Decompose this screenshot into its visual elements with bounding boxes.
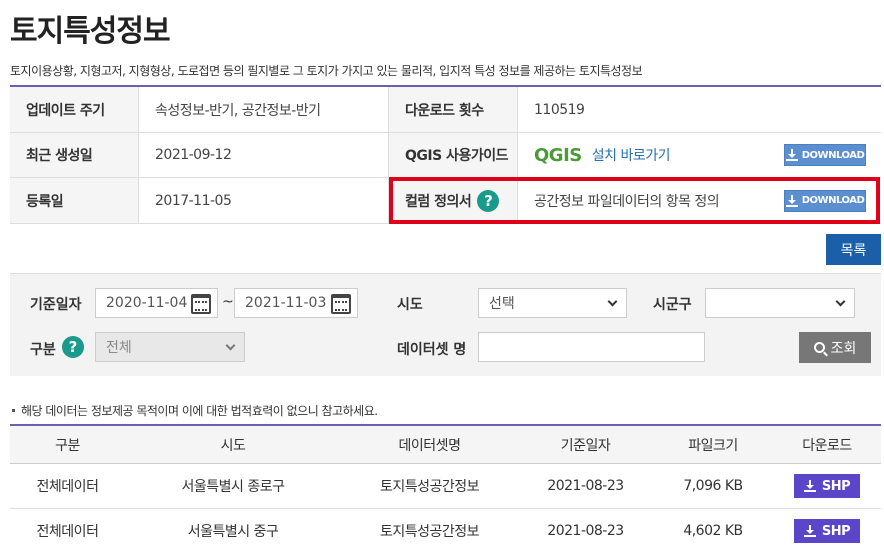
- download-icon: [785, 149, 798, 161]
- date-label: 기준일자: [30, 297, 82, 313]
- page-title: 토지특성정보: [10, 14, 171, 49]
- update-cycle-value: 속성정보-반기, 공간정보-반기: [139, 87, 389, 132]
- header-sido: 시도: [220, 437, 246, 454]
- search-panel: 기준일자 2020-11-04 ~ 2021-11-03 시도 선택 시군구 구…: [10, 273, 881, 376]
- info-row-created: 최근 생성일 2021-09-12 QGIS 사용가이드 QGIS 설치 바로가…: [10, 133, 881, 178]
- shp-download-button[interactable]: SHP: [794, 474, 860, 498]
- date-range-separator: ~: [222, 294, 234, 310]
- sido-select[interactable]: 선택: [478, 288, 627, 318]
- registered-label: 등록일: [10, 178, 139, 223]
- shp-download-button[interactable]: SHP: [794, 519, 860, 543]
- shp-label: SHP: [821, 523, 851, 539]
- calendar-icon[interactable]: [331, 294, 351, 314]
- search-button[interactable]: 조회: [799, 332, 871, 363]
- header-type: 구분: [55, 437, 80, 454]
- download-button-label: DOWNLOAD: [801, 149, 865, 161]
- type-label: 구분: [30, 342, 56, 358]
- date-from-value: 2020-11-04: [106, 295, 188, 311]
- type-value: 전체: [106, 340, 132, 356]
- update-cycle-label: 업데이트 주기: [10, 87, 139, 132]
- dataset-input[interactable]: [478, 332, 705, 362]
- last-created-value: 2021-09-12: [139, 133, 389, 177]
- download-count-value: 110519: [534, 101, 585, 118]
- sido-value: 선택: [489, 296, 515, 312]
- qgis-guide-label: QGIS 사용가이드: [389, 133, 518, 177]
- header-download: 다운로드: [802, 437, 852, 454]
- shp-label: SHP: [821, 478, 851, 494]
- cell-size: 7,096 KB: [683, 478, 743, 494]
- list-button[interactable]: 목록: [826, 234, 881, 265]
- qgis-install-link[interactable]: 설치 바로가기: [592, 145, 671, 165]
- cell-dataset: 토지특성공간정보: [379, 479, 480, 495]
- table-header: 구분 시도 데이터셋명 기준일자 파일크기 다운로드: [10, 426, 881, 464]
- type-select[interactable]: 전체: [95, 332, 245, 362]
- cell-sido: 서울특별시 종로구: [181, 479, 286, 495]
- notice-message: 해당 데이터는 정보제공 목적이며 이에 대한 법적효력이 없으니 참고하세요.: [21, 404, 378, 418]
- qgis-logo: QGIS: [534, 144, 582, 166]
- sigungu-select[interactable]: [705, 288, 855, 318]
- header-dataset: 데이터셋명: [398, 437, 461, 454]
- chevron-down-icon: [607, 296, 618, 307]
- help-icon[interactable]: ?: [62, 336, 84, 358]
- cell-download: SHP: [773, 509, 881, 550]
- header-date: 기준일자: [560, 437, 611, 454]
- table-row: 전체데이터 서울특별시 중구 토지특성공간정보 2021-08-23 4,602…: [10, 509, 881, 550]
- calendar-icon[interactable]: [191, 294, 211, 314]
- date-to-value: 2021-11-03: [245, 295, 327, 311]
- cell-type: 전체데이터: [36, 524, 99, 540]
- cell-size: 4,602 KB: [683, 523, 743, 539]
- cell-download: SHP: [773, 464, 881, 508]
- highlight-box: [389, 177, 880, 224]
- cell-date: 2021-08-23: [547, 523, 624, 539]
- cell-sido: 서울특별시 중구: [187, 524, 279, 540]
- last-created-label: 최근 생성일: [10, 133, 139, 177]
- chevron-down-icon: [225, 340, 236, 351]
- qgis-guide-cell: QGIS 설치 바로가기 DOWNLOAD: [518, 133, 881, 177]
- download-count-label: 다운로드 횟수: [389, 87, 518, 132]
- cell-dataset: 토지특성공간정보: [379, 524, 480, 540]
- download-icon: [803, 525, 816, 537]
- sido-label: 시도: [397, 297, 423, 313]
- notice-text: 해당 데이터는 정보제공 목적이며 이에 대한 법적효력이 없으니 참고하세요.: [10, 402, 378, 419]
- chevron-down-icon: [835, 296, 846, 307]
- header-size: 파일크기: [688, 437, 738, 454]
- search-button-label: 조회: [830, 340, 857, 357]
- sigungu-label: 시군구: [653, 297, 692, 313]
- registered-value: 2017-11-05: [139, 178, 389, 223]
- cell-date: 2021-08-23: [547, 478, 624, 494]
- cell-type: 전체데이터: [36, 479, 99, 495]
- dataset-label: 데이터셋 명: [397, 342, 467, 358]
- data-table: 구분 시도 데이터셋명 기준일자 파일크기 다운로드 전체데이터 서울특별시 종…: [10, 424, 881, 550]
- date-from-input[interactable]: 2020-11-04: [95, 288, 218, 318]
- page-description: 토지이용상황, 지형고저, 지형형상, 도로접면 등의 필지별로 그 토지가 가…: [10, 64, 643, 78]
- qgis-download-button[interactable]: DOWNLOAD: [784, 144, 866, 166]
- table-row: 전체데이터 서울특별시 종로구 토지특성공간정보 2021-08-23 7,09…: [10, 464, 881, 509]
- date-to-input[interactable]: 2021-11-03: [234, 288, 358, 318]
- bullet-icon: [12, 408, 15, 412]
- download-icon: [803, 480, 816, 492]
- info-row-update: 업데이트 주기 속성정보-반기, 공간정보-반기 다운로드 횟수 110519: [10, 87, 881, 133]
- search-icon: [813, 342, 825, 353]
